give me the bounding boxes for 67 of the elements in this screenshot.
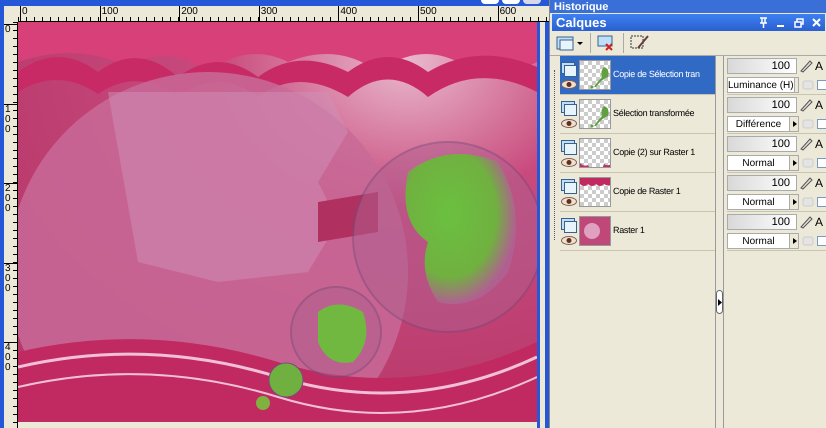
eye-icon[interactable] xyxy=(561,158,577,166)
lock-label: A xyxy=(815,175,824,192)
ruler-label: 200 xyxy=(5,184,11,214)
opacity-field[interactable]: 100 xyxy=(727,214,797,230)
opacity-field[interactable]: 100 xyxy=(727,58,797,74)
brush-icon[interactable] xyxy=(799,98,813,112)
brush-icon[interactable] xyxy=(799,176,813,190)
layer-type-icon xyxy=(561,140,577,154)
layer-name: Copie de Sélection tran xyxy=(613,68,700,82)
opacity-field[interactable]: 100 xyxy=(727,175,797,191)
eye-icon[interactable] xyxy=(561,118,577,128)
restore-icon[interactable] xyxy=(794,18,804,28)
ruler-label: 200 xyxy=(180,6,199,17)
layer-row[interactable]: Copie de Sélection tran xyxy=(560,56,715,95)
close-icon[interactable] xyxy=(812,18,821,27)
window-button[interactable] xyxy=(523,0,541,4)
lock-label: A xyxy=(815,136,824,153)
lock-label: A xyxy=(815,214,824,231)
ruler-label: 500 xyxy=(418,6,438,17)
layer-type-icon xyxy=(561,218,577,232)
layer-name: Copie de Raster 1 xyxy=(613,185,680,198)
brush-icon[interactable] xyxy=(799,215,813,229)
splitter-handle[interactable] xyxy=(716,290,723,314)
layer-name: Copie (2) sur Raster 1 xyxy=(613,146,695,160)
ruler-label: 0 xyxy=(5,25,11,35)
checkbox[interactable] xyxy=(817,197,826,207)
brush-icon[interactable] xyxy=(799,59,813,73)
layer-thumbnail xyxy=(579,177,611,207)
checkbox[interactable] xyxy=(817,158,826,168)
eye-icon[interactable] xyxy=(561,196,577,206)
eye-icon[interactable] xyxy=(561,80,577,88)
ruler-label: 300 xyxy=(260,6,278,17)
pin-icon[interactable] xyxy=(759,17,768,28)
layer-name: Raster 1 xyxy=(613,224,645,238)
blend-mode-dropdown[interactable]: Normal xyxy=(727,194,799,210)
new-layer-icon[interactable] xyxy=(556,34,584,52)
ruler-label: 300 xyxy=(5,264,11,294)
ruler-label: 0 xyxy=(21,6,29,17)
blend-mode-dropdown[interactable]: Normal xyxy=(727,233,799,249)
lock-label: A xyxy=(815,58,824,75)
ruler-label: 400 xyxy=(339,6,358,17)
panel-title: Calques xyxy=(556,14,608,32)
panel-title: Historique xyxy=(554,0,608,12)
blend-mode-dropdown[interactable]: Normal xyxy=(727,155,799,171)
brush-icon[interactable] xyxy=(799,137,813,151)
blend-mode-dropdown[interactable]: Différence xyxy=(727,116,799,132)
layer-thumbnail xyxy=(579,216,611,246)
ruler-label: 400 xyxy=(5,343,11,374)
lock-label: A xyxy=(815,97,824,114)
checkbox[interactable] xyxy=(817,119,826,129)
opacity-field[interactable]: 100 xyxy=(727,97,797,113)
checkbox[interactable] xyxy=(817,80,826,90)
layer-type-icon xyxy=(561,178,577,194)
ruler-label: 100 xyxy=(100,6,120,17)
blend-mode-dropdown[interactable]: Luminance (H) xyxy=(727,77,799,93)
layer-type-icon xyxy=(561,62,577,76)
window-button[interactable] xyxy=(502,0,520,4)
layer-name: Sélection transformée xyxy=(613,107,694,120)
layer-thumbnail xyxy=(579,60,611,90)
checkbox[interactable] xyxy=(817,236,826,246)
window-button[interactable] xyxy=(481,0,499,4)
layer-thumbnail xyxy=(579,138,611,168)
layer-type-icon xyxy=(561,100,577,116)
ruler-label: 100 xyxy=(5,104,11,135)
eye-icon[interactable] xyxy=(561,236,577,244)
layer-thumbnail xyxy=(579,99,611,129)
opacity-field[interactable]: 100 xyxy=(727,136,797,152)
